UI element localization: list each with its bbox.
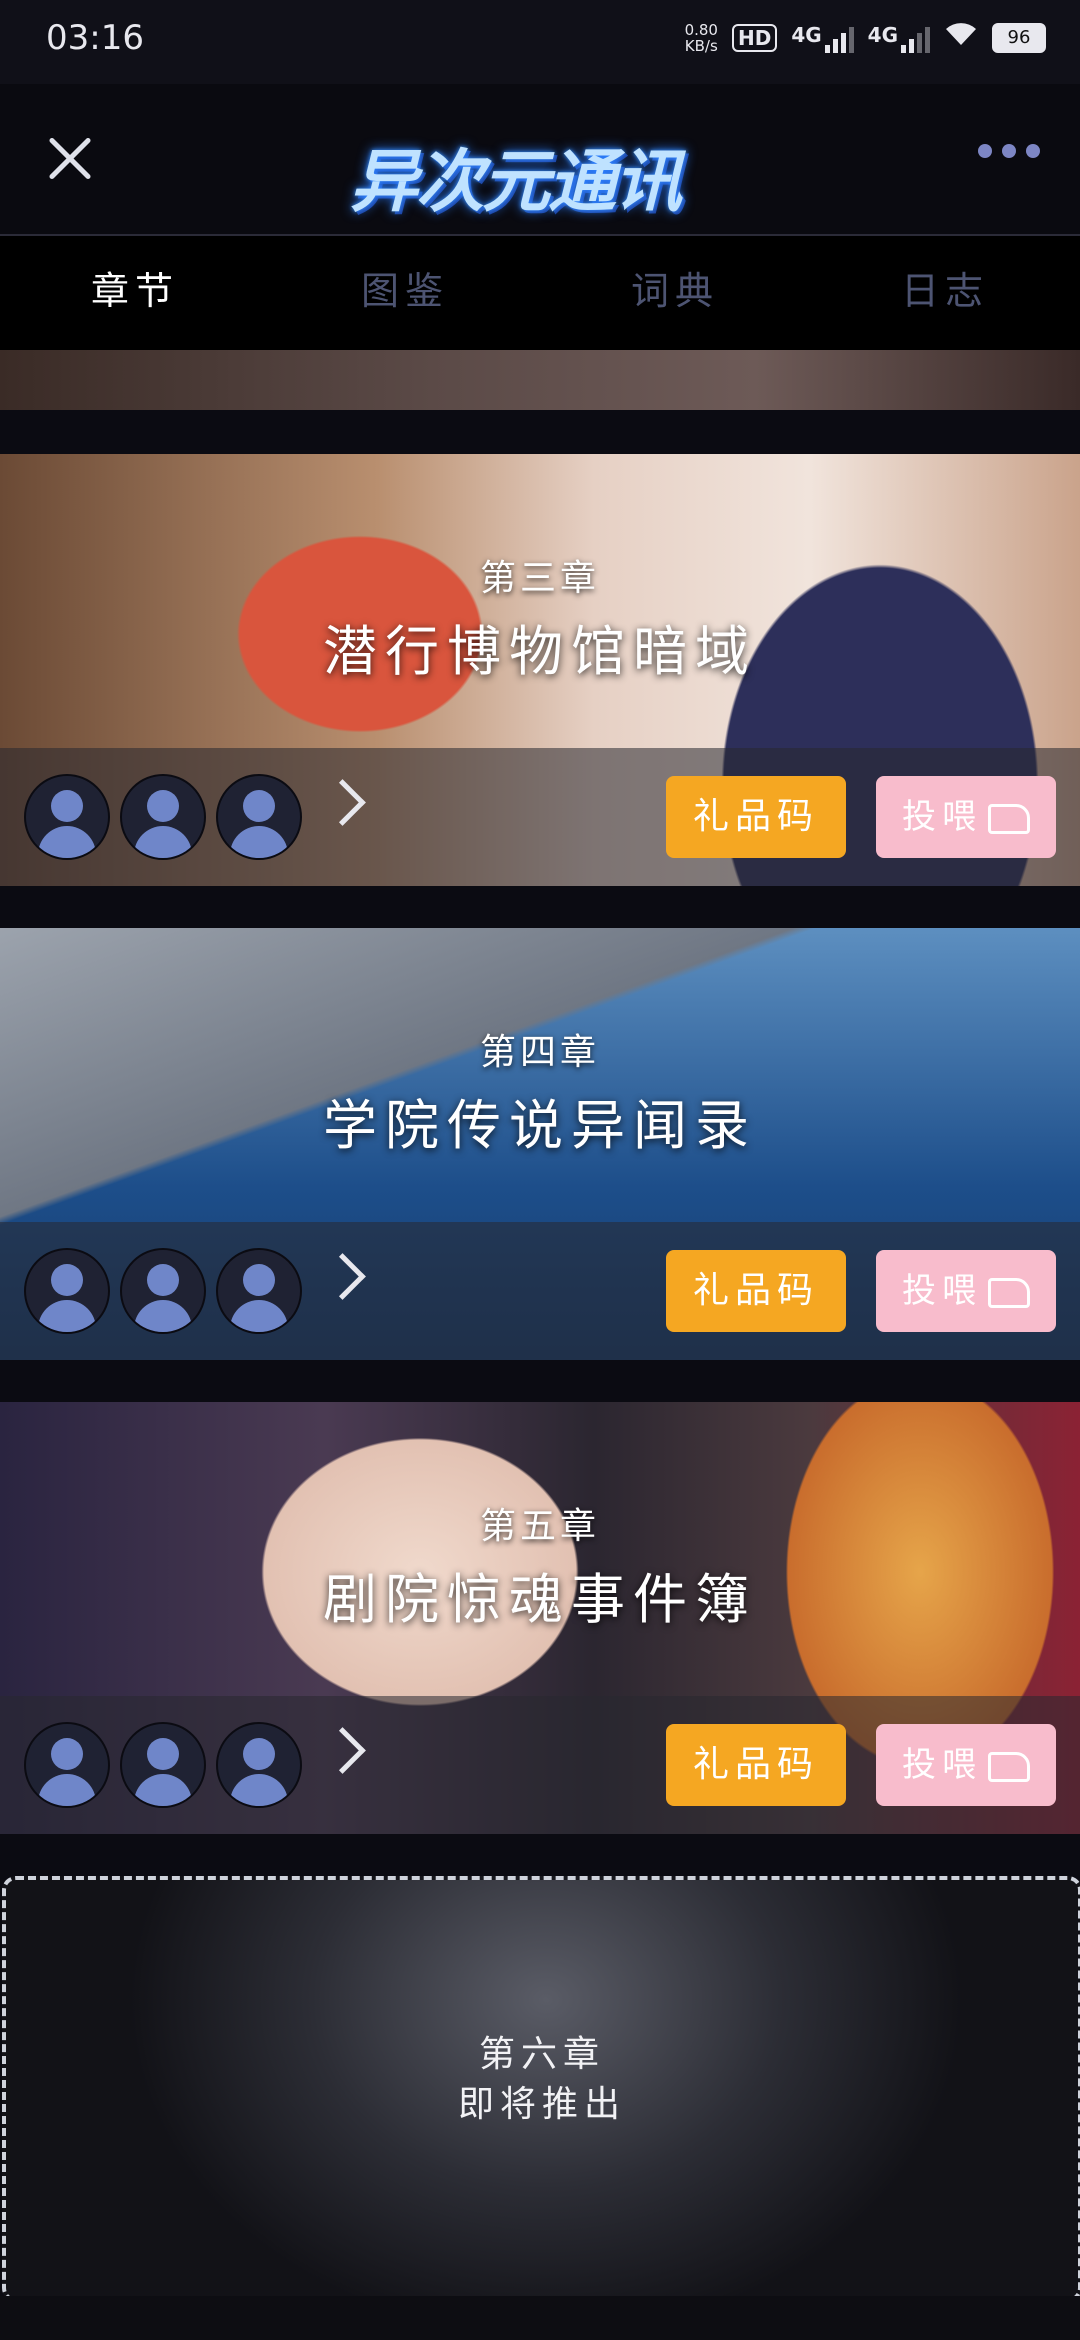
close-button[interactable] xyxy=(40,128,100,188)
bottom-strip xyxy=(0,2296,1080,2340)
tab-log[interactable]: 日志 xyxy=(810,236,1080,350)
chevron-right-icon[interactable] xyxy=(319,779,366,826)
status-time: 03:16 xyxy=(46,18,144,58)
upcoming-chapter-card: 第六章 即将推出 xyxy=(2,1876,1080,2302)
chapter-card[interactable]: 第三章 潜行博物馆暗域 礼品码 投喂 xyxy=(0,454,1080,886)
network-speed-unit: KB/s xyxy=(684,36,718,55)
avatar[interactable] xyxy=(24,1722,110,1808)
logo-text: 异次元通讯 xyxy=(350,143,682,222)
more-dot-icon xyxy=(1002,144,1016,158)
chevron-right-icon[interactable] xyxy=(319,1253,366,1300)
avatar[interactable] xyxy=(24,774,110,860)
avatar[interactable] xyxy=(120,1722,206,1808)
signal-label: 4G xyxy=(867,22,898,47)
chapter-number: 第五章 xyxy=(479,1506,600,1547)
more-dot-icon xyxy=(1026,144,1040,158)
tab-dictionary[interactable]: 词典 xyxy=(540,236,810,350)
cellular-signal-icon: 4G xyxy=(791,22,854,53)
network-speed: 0.80 KB/s xyxy=(685,22,718,54)
tab-gallery[interactable]: 图鉴 xyxy=(270,236,540,350)
cake-icon xyxy=(988,1751,1030,1782)
battery-icon: 96 xyxy=(992,22,1046,53)
more-dot-icon xyxy=(978,144,992,158)
feed-button-label: 投喂 xyxy=(902,1271,982,1311)
cellular-signal-icon: 4G xyxy=(868,23,930,53)
feed-button[interactable]: 投喂 xyxy=(876,1250,1056,1332)
upcoming-chapter-number: 第六章 xyxy=(478,2034,605,2075)
avatar[interactable] xyxy=(216,1722,302,1808)
avatar[interactable] xyxy=(120,1248,206,1334)
upcoming-status: 即将推出 xyxy=(457,2084,626,2125)
chapter-title: 学院传说异闻录 xyxy=(323,1094,757,1157)
chapter-title-box: 第三章 潜行博物馆暗域 xyxy=(0,549,1080,686)
tab-bar: 章节 图鉴 词典 日志 xyxy=(0,236,1080,350)
feed-button-label: 投喂 xyxy=(902,797,982,837)
chapter-title: 潜行博物馆暗域 xyxy=(323,620,757,683)
feed-button[interactable]: 投喂 xyxy=(876,1724,1056,1806)
avatar[interactable] xyxy=(120,774,206,860)
app-header: 异次元通讯 xyxy=(0,84,1080,236)
feed-button-label: 投喂 xyxy=(902,1745,982,1785)
avatar[interactable] xyxy=(24,1248,110,1334)
chevron-right-icon[interactable] xyxy=(319,1727,366,1774)
more-options-button[interactable] xyxy=(978,144,1040,158)
avatar[interactable] xyxy=(216,774,302,860)
network-speed-value: 0.80 xyxy=(684,20,718,39)
status-icons: 0.80 KB/s HD 4G 4G 96 xyxy=(685,20,1046,55)
chapter-title: 剧院惊魂事件簿 xyxy=(323,1568,757,1631)
chapter-cover-image xyxy=(0,350,1080,410)
wifi-icon xyxy=(944,20,978,55)
upcoming-text: 第六章 即将推出 xyxy=(6,2030,1078,2130)
cake-icon xyxy=(988,1277,1030,1308)
chapter-card[interactable]: 第五章 剧院惊魂事件簿 礼品码 投喂 xyxy=(0,1402,1080,1834)
chapter-title-box: 第五章 剧院惊魂事件簿 xyxy=(0,1497,1080,1634)
avatar[interactable] xyxy=(216,1248,302,1334)
chapter-action-bar: 礼品码 投喂 xyxy=(0,748,1080,886)
gift-code-button[interactable]: 礼品码 xyxy=(666,1250,846,1332)
status-bar: 03:16 0.80 KB/s HD 4G 4G 96 xyxy=(0,0,1080,84)
hd-icon: HD xyxy=(731,23,778,52)
chapter-card-previous[interactable] xyxy=(0,350,1080,410)
chapter-card[interactable]: 第四章 学院传说异闻录 礼品码 投喂 xyxy=(0,928,1080,1360)
chapter-number: 第四章 xyxy=(479,1032,600,1073)
gift-code-button[interactable]: 礼品码 xyxy=(666,776,846,858)
chapter-action-bar: 礼品码 投喂 xyxy=(0,1696,1080,1834)
chapter-title-box: 第四章 学院传说异闻录 xyxy=(0,1023,1080,1160)
cake-icon xyxy=(988,803,1030,834)
app-logo: 异次元通讯 xyxy=(350,106,730,222)
chapter-number: 第三章 xyxy=(479,558,600,599)
feed-button[interactable]: 投喂 xyxy=(876,776,1056,858)
tab-chapters[interactable]: 章节 xyxy=(0,236,270,350)
signal-label: 4G xyxy=(791,22,822,47)
chapter-action-bar: 礼品码 投喂 xyxy=(0,1222,1080,1360)
gift-code-button[interactable]: 礼品码 xyxy=(666,1724,846,1806)
